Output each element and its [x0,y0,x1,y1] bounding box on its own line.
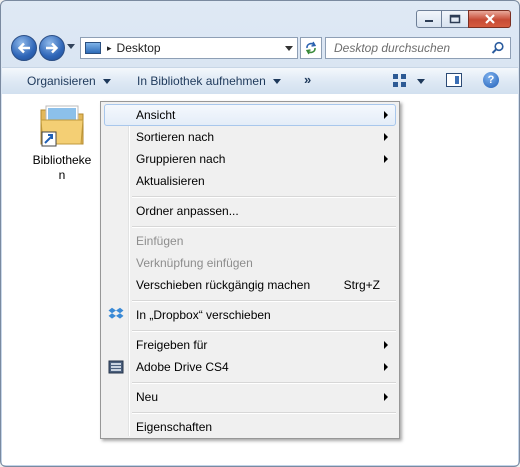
desktop-icon [85,42,101,54]
menu-separator [132,226,396,228]
minimize-button[interactable] [416,10,442,28]
menu-item-label: Verknüpfung einfügen [136,256,253,270]
organize-label: Organisieren [27,74,96,88]
minimize-icon [425,20,433,22]
view-options-dropdown[interactable] [417,79,425,84]
chevron-down-icon [272,78,281,84]
close-icon [484,14,495,24]
help-icon[interactable]: ? [483,72,499,88]
submenu-arrow-icon [384,111,388,119]
menu-item-label: Gruppieren nach [136,152,226,166]
menu-item-adobe-drive[interactable]: Adobe Drive CS4 [104,356,396,378]
refresh-icon [305,41,317,55]
change-view-icon[interactable] [392,73,408,89]
menu-item-undo-move[interactable]: Verschieben rückgängig machen Strg+Z [104,274,396,296]
menu-separator [132,412,396,414]
menu-separator [132,300,396,302]
close-button[interactable] [468,10,511,28]
menu-item-share-with[interactable]: Freigeben für [104,334,396,356]
menu-item-label: Neu [136,390,159,404]
libraries-folder-icon [40,105,84,147]
menu-item-label: Einfügen [136,234,184,248]
submenu-arrow-icon [384,133,388,141]
address-bar[interactable]: ▸ Desktop [80,37,298,59]
include-in-library-button[interactable]: In Bibliothek aufnehmen [137,74,281,88]
menu-item-label: Ordner anpassen... [136,204,239,218]
forward-button[interactable] [39,35,65,61]
arrow-right-icon [46,42,59,54]
organize-menu-button[interactable]: Organisieren [27,74,111,88]
menu-item-refresh[interactable]: Aktualisieren [104,170,396,192]
navigation-bar: ▸ Desktop Desktop durchsuchen [9,35,511,61]
menu-item-label: Freigeben für [136,338,208,352]
chevron-down-icon [102,78,111,84]
adobe-drive-icon [108,360,124,374]
menu-item-label: Ansicht [136,108,176,122]
breadcrumb-desktop[interactable]: Desktop [117,41,161,55]
desktop-context-menu: Ansicht Sortieren nach Gruppieren nach A… [100,101,400,439]
menu-item-label: Verschieben rückgängig machen [136,278,311,292]
search-box[interactable]: Desktop durchsuchen [325,37,511,59]
menu-separator [132,196,396,198]
arrow-left-icon [17,42,30,54]
maximize-icon [449,14,461,24]
preview-pane-icon[interactable] [446,73,462,87]
menu-item-label: Sortieren nach [136,130,215,144]
address-history-dropdown[interactable] [285,46,293,51]
menu-item-paste-shortcut: Verknüpfung einfügen [104,252,396,274]
caption-buttons [416,10,511,28]
include-in-library-label: In Bibliothek aufnehmen [137,74,266,88]
menu-item-view[interactable]: Ansicht [104,104,396,126]
submenu-arrow-icon [384,155,388,163]
menu-item-shortcut: Strg+Z [343,278,380,292]
menu-separator [132,382,396,384]
maximize-button[interactable] [442,10,468,28]
dropbox-icon [108,307,124,319]
menu-item-paste: Einfügen [104,230,396,252]
breadcrumb-separator[interactable]: ▸ [107,43,112,54]
menu-item-properties[interactable]: Eigenschaften [104,416,396,438]
menu-item-label: Adobe Drive CS4 [136,360,229,374]
refresh-button[interactable] [300,37,322,59]
back-button[interactable] [11,35,37,61]
menu-item-label: Aktualisieren [136,174,205,188]
menu-item-label: Eigenschaften [136,420,213,434]
menu-item-sort-by[interactable]: Sortieren nach [104,126,396,148]
search-icon[interactable] [491,41,505,55]
libraries-item[interactable]: Bibliotheken [24,102,100,183]
menu-item-label: In „Dropbox“ verschieben [136,308,271,322]
menu-item-new[interactable]: Neu [104,386,396,408]
command-bar: Organisieren In Bibliothek aufnehmen » ? [2,67,518,95]
recent-pages-dropdown[interactable] [67,44,75,49]
submenu-arrow-icon [384,341,388,349]
search-input[interactable]: Desktop durchsuchen [334,41,450,55]
menu-item-group-by[interactable]: Gruppieren nach [104,148,396,170]
menu-separator [132,330,396,332]
submenu-arrow-icon [384,363,388,371]
menu-item-customize-folder[interactable]: Ordner anpassen... [104,200,396,222]
submenu-arrow-icon [384,393,388,401]
libraries-label: Bibliotheken [32,153,92,182]
menu-item-move-to-dropbox[interactable]: In „Dropbox“ verschieben [104,304,396,326]
more-commands-button[interactable]: » [304,72,311,87]
